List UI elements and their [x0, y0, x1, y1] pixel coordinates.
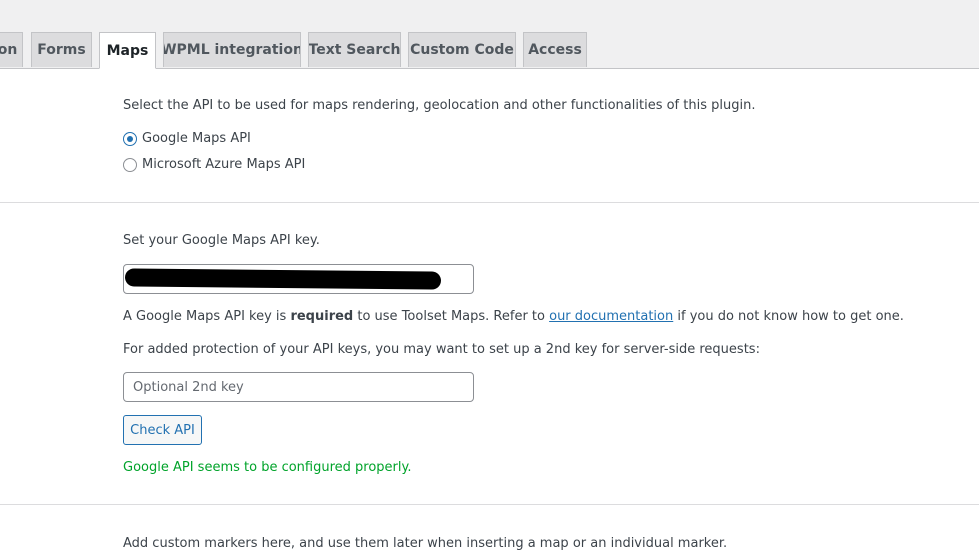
custom-markers-description: Add custom markers here, and use them la…: [123, 536, 728, 551]
documentation-link[interactable]: our documentation: [549, 309, 673, 324]
set-api-key-label: Set your Google Maps API key.: [123, 233, 320, 248]
section-divider: [0, 202, 979, 203]
azure-maps-api-option[interactable]: Microsoft Azure Maps API: [123, 157, 305, 172]
azure-maps-api-label: Microsoft Azure Maps API: [142, 157, 306, 172]
tab-maps[interactable]: Maps: [99, 32, 156, 69]
radio-checked-icon[interactable]: [123, 131, 137, 146]
tab-custom-code[interactable]: Custom Code: [408, 32, 516, 67]
api-key-required-note: A Google Maps API key is required to use…: [123, 309, 904, 324]
tab-forms[interactable]: Forms: [31, 32, 92, 67]
radio-unchecked-icon[interactable]: [123, 157, 137, 172]
second-key-note: For added protection of your API keys, y…: [123, 342, 760, 357]
section-divider: [0, 504, 979, 505]
tab-access[interactable]: Access: [523, 32, 587, 67]
tab-partial[interactable]: on: [0, 32, 23, 67]
settings-tab-bar: on Forms Maps WPML integration Text Sear…: [0, 0, 979, 69]
google-maps-api-option[interactable]: Google Maps API: [123, 131, 251, 146]
tab-text-search[interactable]: Text Search: [308, 32, 401, 67]
tab-wpml-integration[interactable]: WPML integration: [163, 32, 301, 67]
api-status-message: Google API seems to be configured proper…: [123, 460, 412, 475]
google-maps-api-label: Google Maps API: [142, 131, 251, 146]
redaction-mark: [124, 268, 442, 290]
check-api-button[interactable]: Check API: [123, 415, 202, 445]
api-selection-description: Select the API to be used for maps rende…: [123, 98, 756, 113]
second-key-input[interactable]: [123, 372, 474, 402]
